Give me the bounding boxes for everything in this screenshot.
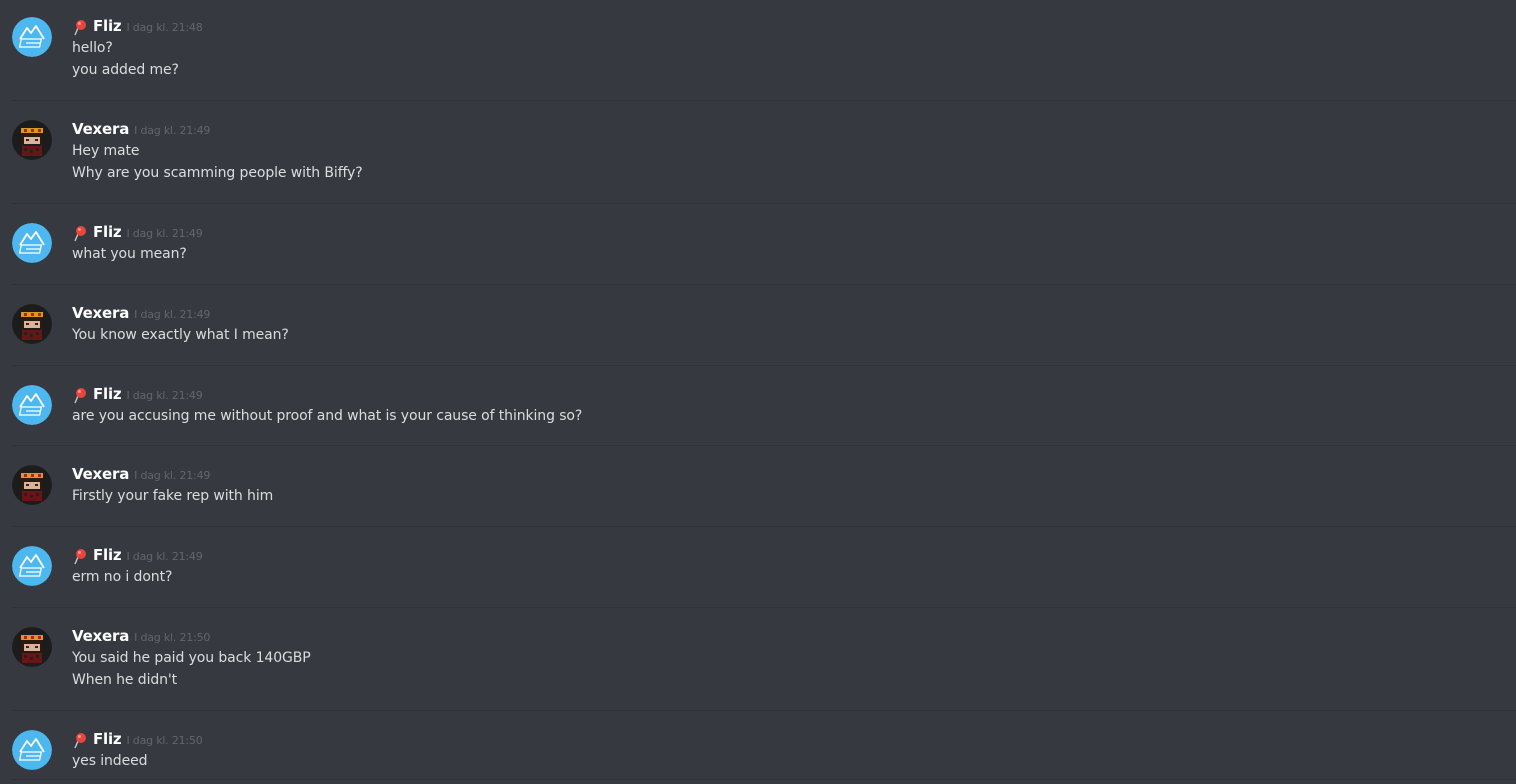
avatar[interactable]	[12, 385, 52, 425]
red-pin-icon	[74, 733, 86, 749]
message-text: When he didn't	[72, 672, 178, 688]
mountain-logo-icon	[12, 223, 52, 263]
message-text: what you mean?	[72, 246, 187, 262]
timestamp: I dag kl. 21:50	[126, 734, 203, 747]
avatar[interactable]	[12, 120, 52, 160]
username[interactable]: Vexera	[72, 304, 129, 322]
message-divider	[12, 203, 1516, 204]
username[interactable]: Vexera	[72, 627, 129, 645]
message-group: Vexera I dag kl. 21:50 You said he paid yo…	[12, 627, 1516, 708]
message-header: Vexera I dag kl. 21:49	[72, 120, 210, 142]
message-group: Fliz I dag kl. 21:49 are you accusing me w…	[12, 385, 1516, 444]
avatar[interactable]	[12, 223, 52, 263]
message-text: You said he paid you back 140GBP	[72, 650, 311, 666]
message-text: You know exactly what I mean?	[72, 327, 289, 343]
message-header: Fliz I dag kl. 21:48	[72, 17, 203, 39]
message-header: Fliz I dag kl. 21:49	[72, 385, 203, 407]
pixel-character-icon	[12, 627, 52, 667]
message-text: you added me?	[72, 62, 179, 78]
message-group: Vexera I dag kl. 21:49 Hey mate Why are you…	[12, 120, 1516, 201]
message-group: Fliz I dag kl. 21:49 erm no i dont?	[12, 546, 1516, 605]
message-divider	[12, 710, 1516, 711]
timestamp: I dag kl. 21:49	[134, 124, 211, 137]
message-text: erm no i dont?	[72, 569, 173, 585]
message-text: are you accusing me without proof and wh…	[72, 408, 583, 424]
message-group: Vexera I dag kl. 21:49 Firstly your fake r…	[12, 465, 1516, 524]
avatar[interactable]	[12, 627, 52, 667]
message-divider	[12, 100, 1516, 101]
message-text: Why are you scamming people with Biffy?	[72, 165, 363, 181]
message-text: yes indeed	[72, 753, 148, 769]
username[interactable]: Fliz	[93, 17, 122, 35]
username[interactable]: Fliz	[93, 546, 122, 564]
timestamp: I dag kl. 21:48	[126, 21, 203, 34]
avatar[interactable]	[12, 730, 52, 770]
chat-messages: Fliz I dag kl. 21:48 hello? you added me? V…	[0, 0, 1516, 784]
username[interactable]: Fliz	[93, 223, 122, 241]
mountain-logo-icon	[12, 730, 52, 770]
pixel-character-icon	[12, 304, 52, 344]
message-header: Vexera I dag kl. 21:49	[72, 304, 210, 326]
red-pin-icon	[74, 549, 86, 565]
username[interactable]: Fliz	[93, 385, 122, 403]
message-group: Vexera I dag kl. 21:49 You know exactly wh…	[12, 304, 1516, 363]
message-header: Fliz I dag kl. 21:49	[72, 223, 203, 245]
timestamp: I dag kl. 21:49	[126, 550, 203, 563]
timestamp: I dag kl. 21:49	[134, 469, 211, 482]
message-text: hello?	[72, 40, 113, 56]
mountain-logo-icon	[12, 17, 52, 57]
message-text: Firstly your fake rep with him	[72, 488, 274, 504]
username[interactable]: Fliz	[93, 730, 122, 748]
mountain-logo-icon	[12, 546, 52, 586]
message-header: Vexera I dag kl. 21:49	[72, 465, 210, 487]
message-group: Fliz I dag kl. 21:48 hello? you added me?	[12, 17, 1516, 98]
message-divider	[12, 284, 1516, 285]
timestamp: I dag kl. 21:50	[134, 631, 211, 644]
red-pin-icon	[74, 226, 86, 242]
avatar[interactable]	[12, 465, 52, 505]
message-divider	[12, 445, 1516, 446]
message-header: Vexera I dag kl. 21:50	[72, 627, 210, 649]
message-divider	[12, 779, 1516, 780]
message-divider	[12, 365, 1516, 366]
username[interactable]: Vexera	[72, 120, 129, 138]
message-group: Fliz I dag kl. 21:49 what you mean?	[12, 223, 1516, 282]
pixel-character-icon	[12, 120, 52, 160]
message-text: Hey mate	[72, 143, 140, 159]
message-divider	[12, 526, 1516, 527]
mountain-logo-icon	[12, 385, 52, 425]
username[interactable]: Vexera	[72, 465, 129, 483]
timestamp: I dag kl. 21:49	[126, 227, 203, 240]
avatar[interactable]	[12, 304, 52, 344]
timestamp: I dag kl. 21:49	[134, 308, 211, 321]
pixel-character-icon	[12, 465, 52, 505]
message-group: Fliz I dag kl. 21:50 yes indeed	[12, 730, 1516, 784]
red-pin-icon	[74, 388, 86, 404]
message-divider	[12, 607, 1516, 608]
red-pin-icon	[74, 20, 86, 36]
message-header: Fliz I dag kl. 21:50	[72, 730, 203, 752]
avatar[interactable]	[12, 17, 52, 57]
avatar[interactable]	[12, 546, 52, 586]
timestamp: I dag kl. 21:49	[126, 389, 203, 402]
message-header: Fliz I dag kl. 21:49	[72, 546, 203, 568]
